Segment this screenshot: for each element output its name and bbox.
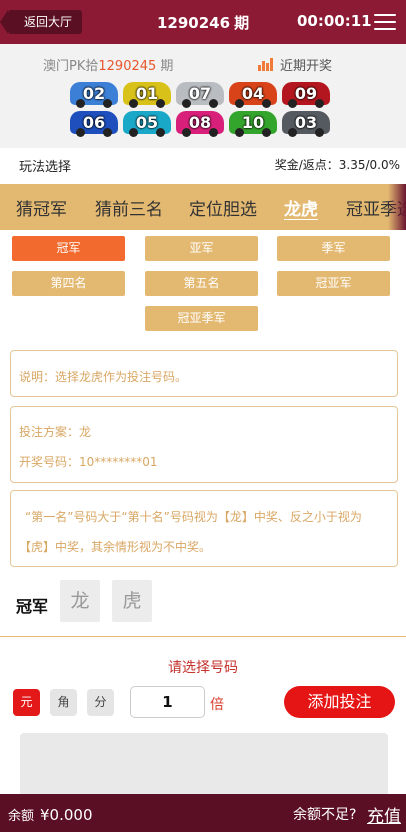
result-number: 04: [241, 84, 265, 103]
result-car-6: 06: [70, 111, 118, 137]
balance: 余额 ¥0.000: [8, 805, 93, 824]
period-suffix: 期: [234, 14, 250, 32]
balance-label: 余额: [8, 809, 35, 824]
result-number: 07: [188, 84, 212, 103]
example-plan-text: 投注方案：龙: [19, 425, 92, 439]
result-car-3: 07: [176, 82, 224, 108]
tab-guess-champion[interactable]: 猜冠军: [16, 195, 67, 220]
position-champion[interactable]: 冠军: [12, 236, 125, 261]
rules-box: “第一名”号码大于“第十名”号码视为【龙】中奖、反之小于视为 【虎】中奖，其余情…: [10, 490, 398, 567]
multiplier-unit-label: 倍: [210, 697, 224, 713]
top-bar: 返回大厅 1290246 期 00:00:11: [0, 0, 406, 44]
last-period-number: 1290245: [98, 59, 157, 74]
tiger-option[interactable]: 虎: [112, 580, 152, 622]
recent-draws-link[interactable]: 近期开奖: [258, 55, 332, 74]
last-period-suffix: 期: [160, 59, 174, 74]
result-number: 01: [135, 84, 159, 103]
result-number: 10: [241, 113, 265, 132]
result-number: 06: [82, 113, 106, 132]
description-text: 说明：选择龙虎作为投注号码。: [19, 370, 188, 384]
result-number: 05: [135, 113, 159, 132]
example-draw-text: 开奖号码：10********01: [19, 455, 158, 469]
result-car-10: 03: [282, 111, 330, 137]
dragon-tiger-position-label: 冠军: [16, 597, 49, 616]
unit-jiao-button[interactable]: 角: [50, 689, 77, 716]
position-third[interactable]: 季军: [277, 236, 390, 261]
dragon-option[interactable]: 龙: [60, 580, 100, 622]
select-number-hint: 请选择号码: [168, 660, 238, 676]
position-champion-runner-up[interactable]: 冠亚军: [277, 271, 390, 296]
result-car-8: 08: [176, 111, 224, 137]
last-draw-panel: 澳门PK拾1290245 期 近期开奖 02 01 07 04 09 06 05 08 10 03: [0, 44, 406, 148]
menu-icon[interactable]: [374, 14, 396, 30]
position-fourth[interactable]: 第四名: [12, 271, 125, 296]
position-fifth[interactable]: 第五名: [145, 271, 258, 296]
result-number: 08: [188, 113, 212, 132]
odds-info: 奖金/返点：3.35/0.0%: [275, 156, 400, 173]
result-car-7: 05: [123, 111, 171, 137]
multiplier-input[interactable]: 1: [130, 686, 205, 718]
result-number: 09: [294, 84, 318, 103]
play-selection-row: 玩法选择 奖金/返点：3.35/0.0%: [0, 148, 406, 182]
odds-value: 3.35/0.0%: [338, 158, 400, 172]
tab-guess-top-three[interactable]: 猜前三名: [95, 195, 163, 220]
insufficient-balance-text: 余额不足?: [293, 807, 357, 823]
back-to-lobby-button[interactable]: 返回大厅: [0, 10, 83, 34]
result-number: 03: [294, 113, 318, 132]
tabs-scroll-fade: [388, 184, 406, 230]
play-type-tabs: 猜冠军 猜前三名 定位胆选 龙虎 冠亚季选: [0, 184, 406, 230]
bottom-bar: 余额 ¥0.000 余额不足? 充值: [0, 794, 406, 832]
rules-line-2: 【虎】中奖，其余情形视为不中奖。: [19, 540, 212, 554]
tab-position-pick[interactable]: 定位胆选: [189, 195, 257, 220]
bet-list-area: [20, 733, 388, 795]
result-car-1: 02: [70, 82, 118, 108]
recharge-link[interactable]: 充值: [367, 802, 401, 827]
description-box: 说明：选择龙虎作为投注号码。: [10, 350, 398, 397]
countdown-timer: 00:00:11: [297, 12, 372, 30]
unit-fen-button[interactable]: 分: [87, 689, 114, 716]
current-period: 1290246 期: [157, 12, 249, 33]
position-top-three[interactable]: 冠亚季军: [145, 306, 258, 331]
result-number: 02: [82, 84, 106, 103]
result-car-5: 09: [282, 82, 330, 108]
tab-dragon-tiger[interactable]: 龙虎: [284, 195, 318, 220]
section-divider: [0, 636, 406, 637]
balance-value: ¥0.000: [40, 806, 93, 824]
position-runner-up[interactable]: 亚军: [145, 236, 258, 261]
rules-line-1: “第一名”号码大于“第十名”号码视为【龙】中奖、反之小于视为: [25, 510, 362, 524]
result-car-4: 04: [229, 82, 277, 108]
odds-label: 奖金/返点：: [274, 158, 339, 172]
result-car-9: 10: [229, 111, 277, 137]
game-name: 澳门PK拾: [43, 59, 99, 74]
recent-draws-label: 近期开奖: [280, 59, 333, 74]
unit-yuan-button[interactable]: 元: [13, 689, 40, 716]
add-bet-button[interactable]: 添加投注: [284, 686, 395, 718]
play-select-button[interactable]: 玩法选择: [19, 156, 71, 175]
example-box: 投注方案：龙 开奖号码：10********01: [10, 406, 398, 483]
bar-chart-icon: [258, 58, 274, 71]
period-number: 1290246: [157, 14, 231, 32]
last-draw-label: 澳门PK拾1290245 期: [43, 55, 173, 74]
result-car-2: 01: [123, 82, 171, 108]
